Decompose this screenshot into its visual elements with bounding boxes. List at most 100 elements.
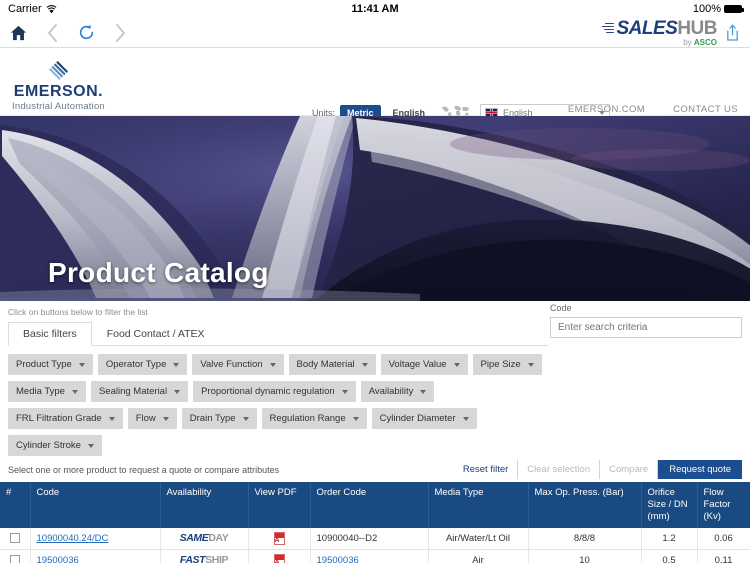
back-icon[interactable] xyxy=(47,23,58,42)
request-quote-button[interactable]: Request quote xyxy=(658,460,742,479)
reload-icon[interactable] xyxy=(78,24,95,41)
speed-lines-icon xyxy=(602,22,615,34)
column-header-media-type[interactable]: Media Type xyxy=(428,482,529,528)
chip-label: Pipe Size xyxy=(480,359,521,370)
reset-filter-button[interactable]: Reset filter xyxy=(454,460,519,479)
filter-chip-proportional-dynamic-regulation[interactable]: Proportional dynamic regulation xyxy=(193,381,356,402)
battery-percent: 100% xyxy=(692,3,721,15)
column-header-flow-factor[interactable]: Flow Factor (Kv) xyxy=(697,482,750,528)
table-action-bar: Select one or more product to request a … xyxy=(0,456,750,482)
chevron-down-icon xyxy=(71,389,78,394)
saleshub-logo[interactable]: SALES HUB by ASCO xyxy=(602,19,717,47)
chip-label: Cylinder Diameter xyxy=(379,413,456,424)
chevron-down-icon xyxy=(108,416,115,421)
link-contact-us[interactable]: CONTACT US xyxy=(673,104,738,115)
cell-code: 10900040.24/DC xyxy=(30,527,161,550)
emerson-logo[interactable]: EMERSON. Industrial Automation xyxy=(12,60,105,112)
column-header-code[interactable]: Code xyxy=(30,482,161,528)
cell-availability: SAMEDAY xyxy=(160,527,249,550)
chip-label: Media Type xyxy=(16,386,65,397)
badge-part-a: SAME xyxy=(179,532,209,545)
hero-banner: Product Catalog xyxy=(0,116,750,301)
filter-chip-body-material[interactable]: Body Material xyxy=(288,354,376,375)
chip-label: Drain Type xyxy=(189,413,236,424)
order-code-link[interactable]: 19500036 xyxy=(317,555,359,563)
compare-button[interactable]: Compare xyxy=(600,460,659,479)
filter-chip-valve-function[interactable]: Valve Function xyxy=(192,354,284,375)
home-icon[interactable] xyxy=(10,25,27,41)
filter-chip-frl-filtration-grade[interactable]: FRL Filtration Grade xyxy=(8,408,123,429)
filter-chip-cylinder-stroke[interactable]: Cylinder Stroke xyxy=(8,435,102,456)
table-action-buttons: Reset filter Clear selection Compare Req… xyxy=(454,460,742,479)
filter-chip-voltage-value[interactable]: Voltage Value xyxy=(380,354,468,375)
filter-chip-cylinder-diameter[interactable]: Cylinder Diameter xyxy=(371,408,477,429)
logo-by-text: by xyxy=(683,37,692,47)
chevron-down-icon xyxy=(173,362,180,367)
chevron-down-icon xyxy=(242,416,249,421)
cell-media-type: Air xyxy=(428,549,529,563)
badge-part-b: SHIP xyxy=(205,554,229,563)
chevron-down-icon xyxy=(162,416,169,421)
link-emerson-com[interactable]: EMERSON.COM xyxy=(568,104,645,115)
pdf-icon[interactable]: A xyxy=(273,553,285,563)
column-header-max-op-press[interactable]: Max Op. Press. (Bar) xyxy=(528,482,642,528)
chevron-down-icon xyxy=(352,416,359,421)
table-body: 10900040.24/DC SAMEDAY A 10900040--D2 Ai… xyxy=(0,527,750,563)
filter-chip-pipe-size[interactable]: Pipe Size xyxy=(472,354,542,375)
column-header-index[interactable]: # xyxy=(0,482,31,528)
cell-code: 19500036 xyxy=(30,549,161,563)
chip-label: Voltage Value xyxy=(388,359,447,370)
chip-label: Operator Type xyxy=(105,359,167,370)
product-table: # Code Availability View PDF Order Code … xyxy=(0,482,750,563)
forward-icon[interactable] xyxy=(115,23,126,42)
toolbar-right-group: SALES HUB by ASCO xyxy=(602,19,740,47)
chevron-down-icon xyxy=(462,416,469,421)
filter-chip-availability[interactable]: Availability xyxy=(360,381,435,402)
row-checkbox-cell xyxy=(0,549,31,563)
filter-chip-list: Product Type Operator Type Valve Functio… xyxy=(8,346,553,456)
tab-food-contact-atex[interactable]: Food Contact / ATEX xyxy=(92,322,220,345)
battery-icon xyxy=(724,5,744,13)
product-code-link[interactable]: 10900040.24/DC xyxy=(37,533,109,544)
filter-chip-regulation-range[interactable]: Regulation Range xyxy=(261,408,367,429)
cell-flow-factor: 0.11 xyxy=(697,549,750,563)
chevron-down-icon xyxy=(87,443,94,448)
code-search-label: Code xyxy=(550,303,572,313)
filter-chip-drain-type[interactable]: Drain Type xyxy=(181,408,257,429)
share-icon[interactable] xyxy=(725,23,740,42)
product-code-link[interactable]: 19500036 xyxy=(37,555,79,563)
logo-sales-text: SALES xyxy=(616,17,678,39)
wifi-icon xyxy=(46,4,57,13)
column-header-order-code[interactable]: Order Code xyxy=(310,482,429,528)
search-input[interactable] xyxy=(550,317,742,338)
chevron-down-icon xyxy=(420,389,427,394)
column-header-availability[interactable]: Availability xyxy=(160,482,249,528)
chevron-down-icon xyxy=(361,362,368,367)
chevron-down-icon xyxy=(269,362,276,367)
pdf-icon[interactable]: A xyxy=(273,531,285,545)
row-checkbox[interactable] xyxy=(9,555,20,563)
filter-chip-flow[interactable]: Flow xyxy=(127,408,177,429)
chevron-down-icon xyxy=(341,389,348,394)
chip-label: Sealing Material xyxy=(98,386,168,397)
clear-selection-button[interactable]: Clear selection xyxy=(518,460,601,479)
filter-chip-product-type[interactable]: Product Type xyxy=(8,354,93,375)
selection-hint: Select one or more product to request a … xyxy=(8,464,280,475)
cell-view-pdf: A xyxy=(248,549,311,563)
cell-order-code: 19500036 xyxy=(310,549,429,563)
row-checkbox[interactable] xyxy=(9,533,20,544)
status-battery-group: 100% xyxy=(692,3,744,15)
filter-chip-operator-type[interactable]: Operator Type xyxy=(97,354,188,375)
cell-availability: FASTSHIP xyxy=(160,549,249,563)
column-header-orifice-size[interactable]: Orifice Size / DN (mm) xyxy=(641,482,698,528)
cell-order-code: 10900040--D2 xyxy=(310,527,429,550)
chip-label: Cylinder Stroke xyxy=(16,440,81,451)
filter-chip-sealing-material[interactable]: Sealing Material xyxy=(90,381,189,402)
status-clock: 11:41 AM xyxy=(351,3,399,15)
emerson-name: EMERSON. xyxy=(13,83,104,100)
column-header-view-pdf[interactable]: View PDF xyxy=(248,482,311,528)
tab-basic-filters[interactable]: Basic filters xyxy=(8,322,92,346)
chip-label: Regulation Range xyxy=(269,413,346,424)
filter-chip-media-type[interactable]: Media Type xyxy=(8,381,86,402)
table-row: 19500036 FASTSHIP A 19500036 Air 10 0.5 … xyxy=(0,549,750,563)
